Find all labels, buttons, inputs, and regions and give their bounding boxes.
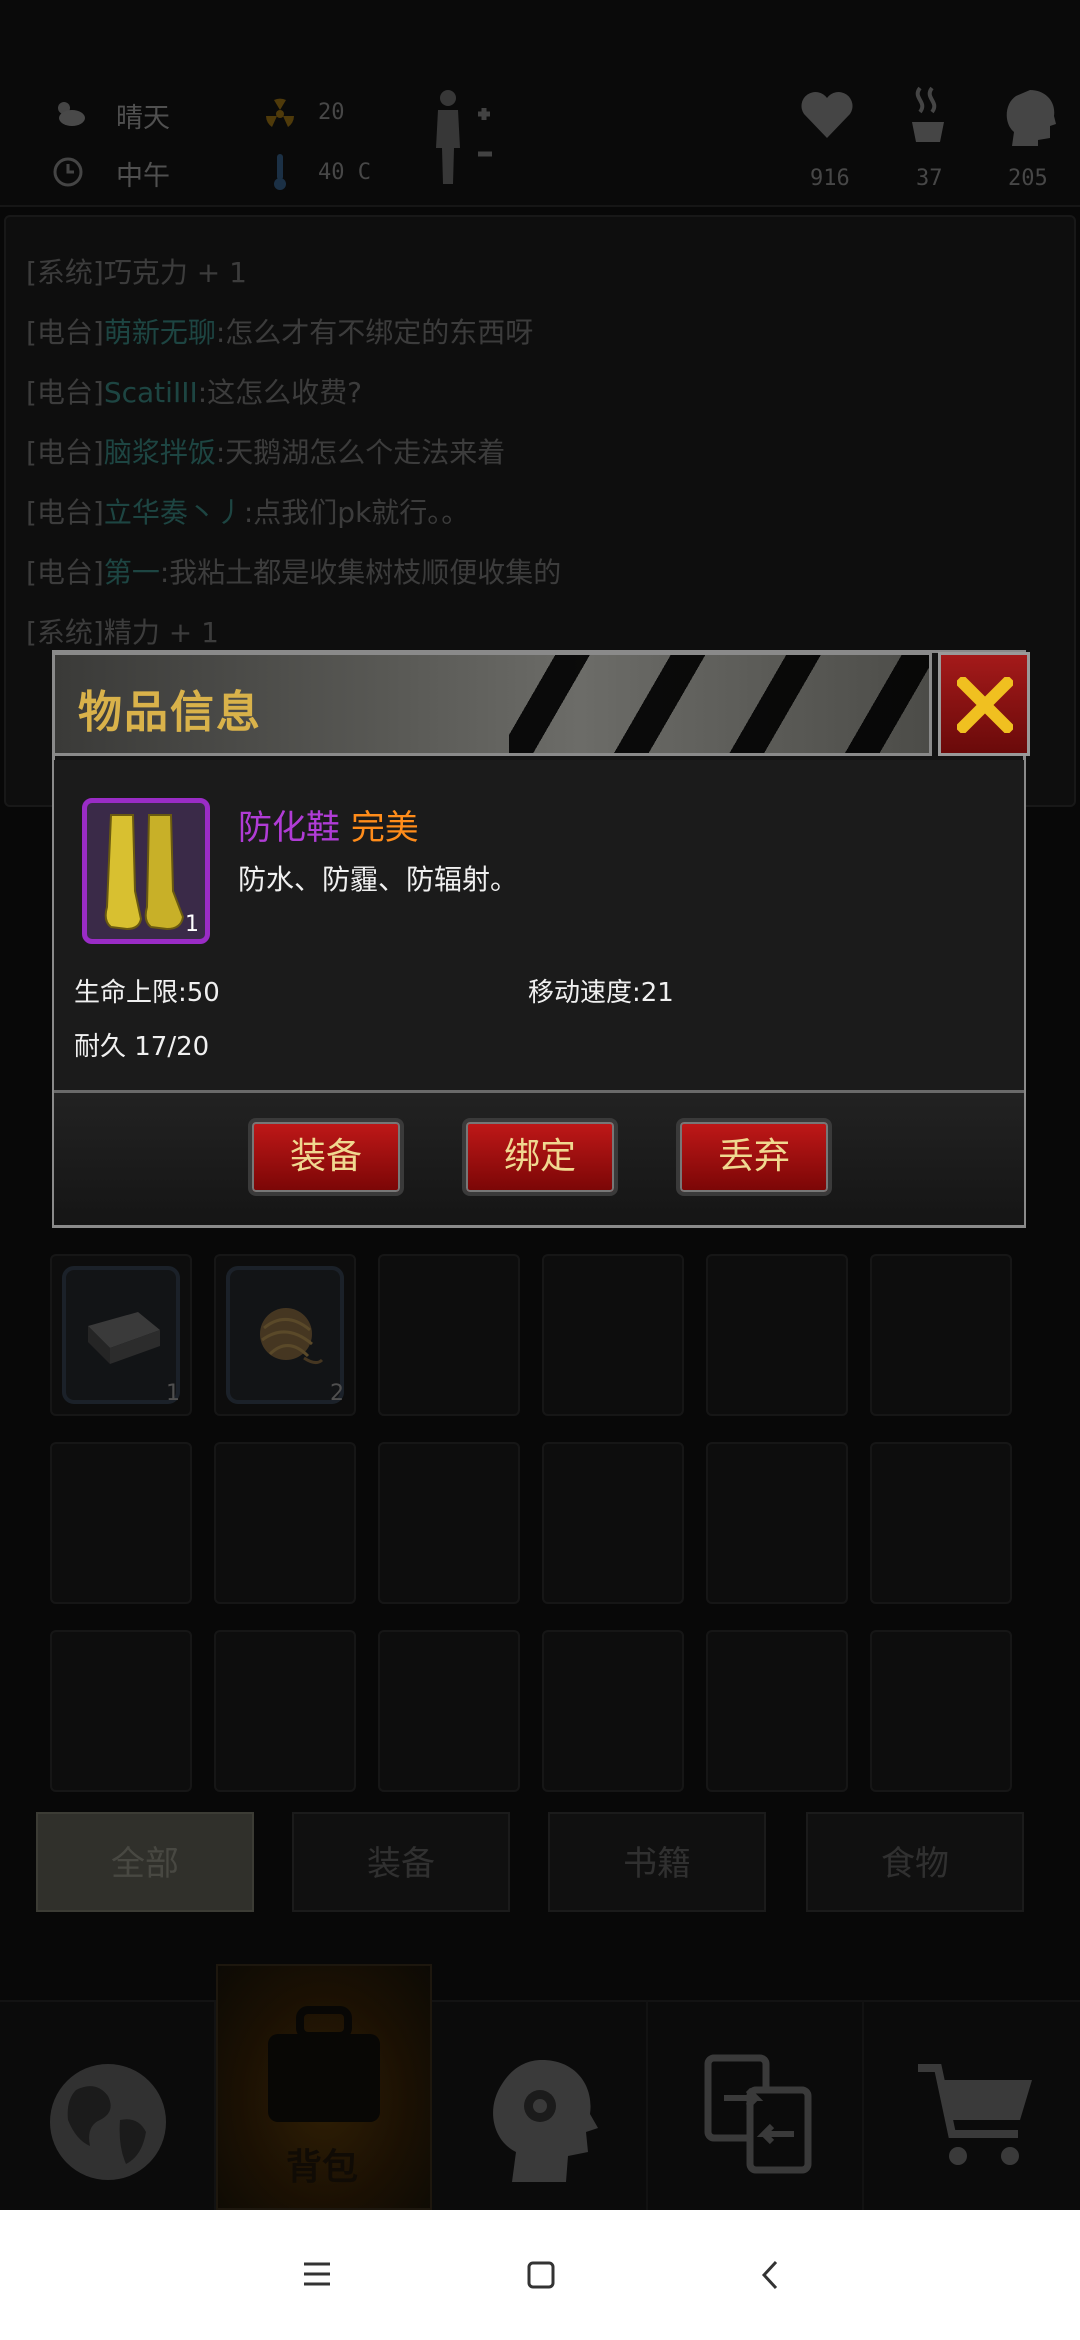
close-icon — [954, 674, 1016, 737]
close-button[interactable] — [938, 652, 1030, 756]
equip-button[interactable]: 装备 — [248, 1118, 404, 1196]
home-icon[interactable] — [526, 2260, 556, 2294]
item-quality: 完美 — [350, 808, 419, 848]
item-title: 防化鞋 完美 — [238, 800, 419, 849]
item-description: 防水、防霾、防辐射。 — [238, 863, 519, 896]
stat-max-hp: 生命上限:50 — [74, 978, 220, 1008]
item-name: 防化鞋 — [238, 808, 340, 848]
bind-button[interactable]: 绑定 — [462, 1118, 618, 1196]
discard-button[interactable]: 丢弃 — [676, 1118, 832, 1196]
menu-icon[interactable] — [302, 2260, 332, 2292]
dialog-title: 物品信息 — [78, 687, 262, 738]
stat-move-speed: 移动速度:21 — [528, 978, 674, 1008]
back-icon[interactable] — [758, 2258, 782, 2296]
stat-durability: 耐久 17/20 — [74, 1032, 210, 1062]
item-icon-frame: 1 — [82, 798, 210, 944]
system-nav-bar — [0, 2210, 1080, 2340]
item-quantity: 1 — [185, 912, 199, 937]
boots-icon — [101, 811, 193, 939]
